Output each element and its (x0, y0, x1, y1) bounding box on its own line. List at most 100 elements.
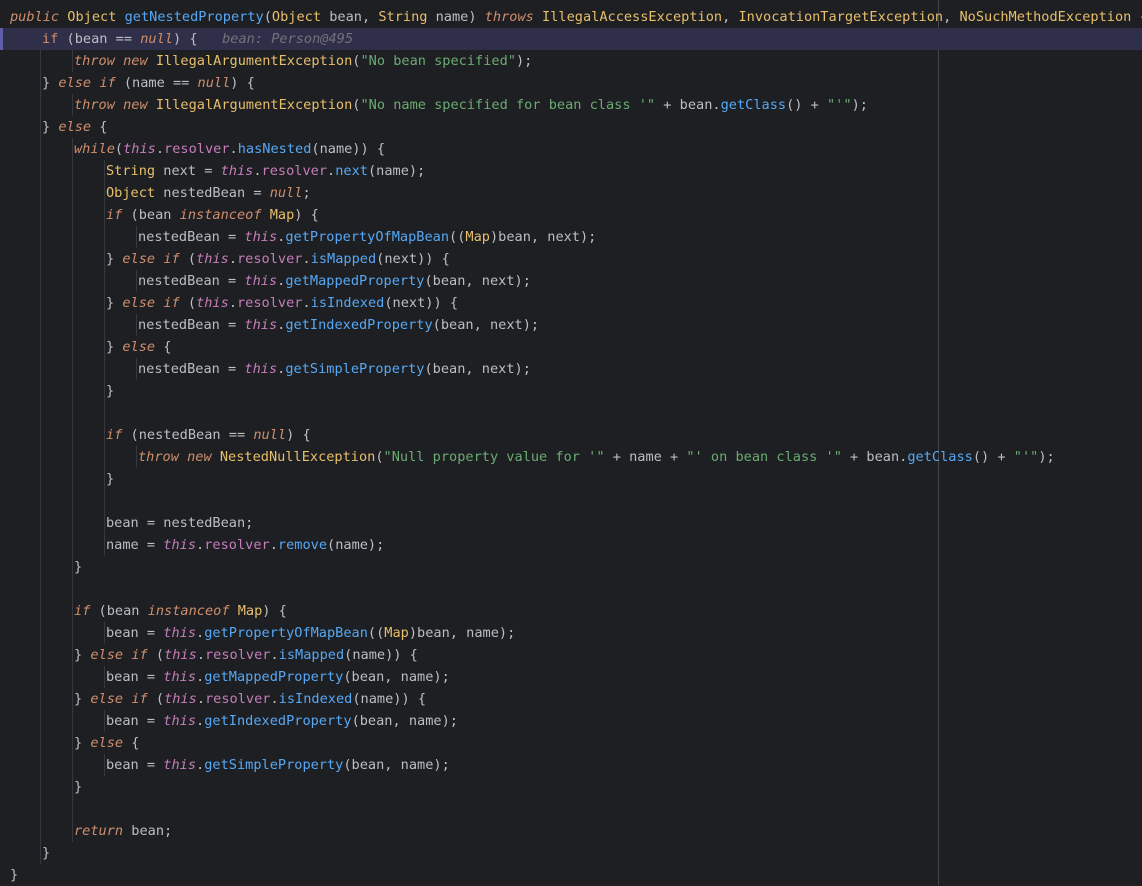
code-line[interactable]: } else if (name == null) { (0, 72, 1142, 94)
code-token: public (10, 9, 60, 25)
code-token: (bean, next); (424, 273, 531, 289)
code-token: Map (384, 625, 409, 641)
code-token: , (943, 9, 960, 25)
code-line[interactable]: String next = this.resolver.next(name); (0, 160, 1142, 182)
code-token: Object (106, 185, 156, 201)
code-line[interactable]: bean = this.getMappedProperty(bean, name… (0, 666, 1142, 688)
code-line[interactable]: nestedBean = this.getSimpleProperty(bean… (0, 358, 1142, 380)
code-token: . (196, 669, 205, 685)
code-token: . (196, 713, 205, 729)
code-line[interactable]: } else { (0, 336, 1142, 358)
code-token: { (123, 735, 140, 751)
code-token: } (106, 251, 123, 267)
code-token: name = (106, 537, 164, 553)
code-token: throw (74, 97, 115, 113)
code-token: new (187, 449, 212, 465)
code-token: )bean, next); (489, 229, 597, 245)
code-line[interactable] (0, 490, 1142, 512)
code-line[interactable]: bean = nestedBean; (0, 512, 1142, 534)
code-token: } (74, 735, 91, 751)
debugger-inline-value: bean: Person@495 (197, 31, 354, 47)
code-line[interactable]: } else if (this.resolver.isIndexed(next)… (0, 292, 1142, 314)
code-line[interactable]: nestedBean = this.getIndexedProperty(bea… (0, 314, 1142, 336)
code-token: (name); (367, 163, 426, 179)
code-token: instanceof (147, 603, 230, 619)
code-line[interactable]: } (0, 556, 1142, 578)
code-token: resolver (164, 141, 230, 157)
code-token: instanceof (179, 207, 262, 223)
code-token: next = (155, 163, 221, 179)
code-token: . (228, 251, 237, 267)
code-line[interactable]: if (bean instanceof Map) { (0, 204, 1142, 226)
code-line[interactable]: } (0, 864, 1142, 886)
code-token: } (74, 647, 91, 663)
code-line[interactable]: } else if (this.resolver.isMapped(name))… (0, 644, 1142, 666)
code-token: Map (269, 207, 295, 223)
code-line[interactable] (0, 798, 1142, 820)
code-line[interactable]: } (0, 468, 1142, 490)
code-token: getIndexedProperty (204, 713, 352, 729)
code-token: this (196, 295, 229, 311)
code-token: nestedBean = (138, 229, 245, 245)
code-token: . (302, 295, 311, 311)
code-token: InvocationTargetException (738, 9, 944, 25)
code-token: this (163, 757, 197, 773)
code-line[interactable]: } else if (this.resolver.isMapped(next))… (0, 248, 1142, 270)
code-token: String (106, 163, 156, 179)
code-line[interactable]: public Object getNestedProperty(Object b… (0, 6, 1142, 28)
code-line[interactable] (0, 402, 1142, 424)
code-token: nestedBean = (138, 273, 245, 289)
code-line[interactable]: bean = this.getSimpleProperty(bean, name… (0, 754, 1142, 776)
code-token: bean, (321, 9, 379, 25)
code-token: if (163, 251, 180, 267)
code-token: else (122, 339, 156, 355)
code-token: )bean, name); (408, 625, 516, 641)
code-token: (nestedBean == (122, 427, 254, 443)
code-line[interactable]: } else if (this.resolver.isIndexed(name)… (0, 688, 1142, 710)
code-token: (bean, name); (343, 757, 450, 773)
code-token: null (269, 185, 303, 201)
code-line[interactable]: while(this.resolver.hasNested(name)) { (0, 138, 1142, 160)
code-token: if (99, 75, 116, 91)
code-token: (name)) { (311, 141, 386, 157)
code-line[interactable]: } else { (0, 732, 1142, 754)
code-token: null (253, 427, 287, 443)
code-line[interactable]: throw new IllegalArgumentException("No n… (0, 94, 1142, 116)
code-token: } (42, 75, 59, 91)
code-token: resolver (205, 647, 271, 663)
code-line[interactable]: name = this.resolver.remove(name); (0, 534, 1142, 556)
code-token: isIndexed (310, 295, 385, 311)
code-line[interactable]: if (bean instanceof Map) { (0, 600, 1142, 622)
code-token: getMappedProperty (285, 273, 425, 289)
code-token: . (196, 691, 205, 707)
code-token: nestedBean = (138, 361, 245, 377)
code-line[interactable]: } (0, 380, 1142, 402)
code-token: new (123, 53, 148, 69)
code-line[interactable] (0, 578, 1142, 600)
code-line[interactable]: nestedBean = this.getMappedProperty(bean… (0, 270, 1142, 292)
code-line[interactable]: return bean; (0, 820, 1142, 842)
code-line[interactable]: } else { (0, 116, 1142, 138)
code-line[interactable]: throw new NestedNullException("Null prop… (0, 446, 1142, 468)
code-editor[interactable]: public Object getNestedProperty(Object b… (0, 0, 1142, 885)
code-token: ) { (230, 75, 255, 91)
execution-point-line[interactable]: if (bean == null) { bean: Person@495 (0, 28, 1142, 50)
code-token: else (58, 119, 92, 135)
code-line[interactable]: Object nestedBean = null; (0, 182, 1142, 204)
code-line[interactable]: bean = this.getIndexedProperty(bean, nam… (0, 710, 1142, 732)
code-line[interactable]: } (0, 776, 1142, 798)
code-line[interactable]: bean = this.getPropertyOfMapBean((Map)be… (0, 622, 1142, 644)
code-token: isMapped (278, 647, 345, 663)
code-line[interactable]: nestedBean = this.getPropertyOfMapBean((… (0, 226, 1142, 248)
code-line[interactable]: throw new IllegalArgumentException("No b… (0, 50, 1142, 72)
code-line[interactable]: if (nestedBean == null) { (0, 424, 1142, 446)
code-line[interactable]: } (0, 842, 1142, 864)
code-token: ( (375, 449, 384, 465)
